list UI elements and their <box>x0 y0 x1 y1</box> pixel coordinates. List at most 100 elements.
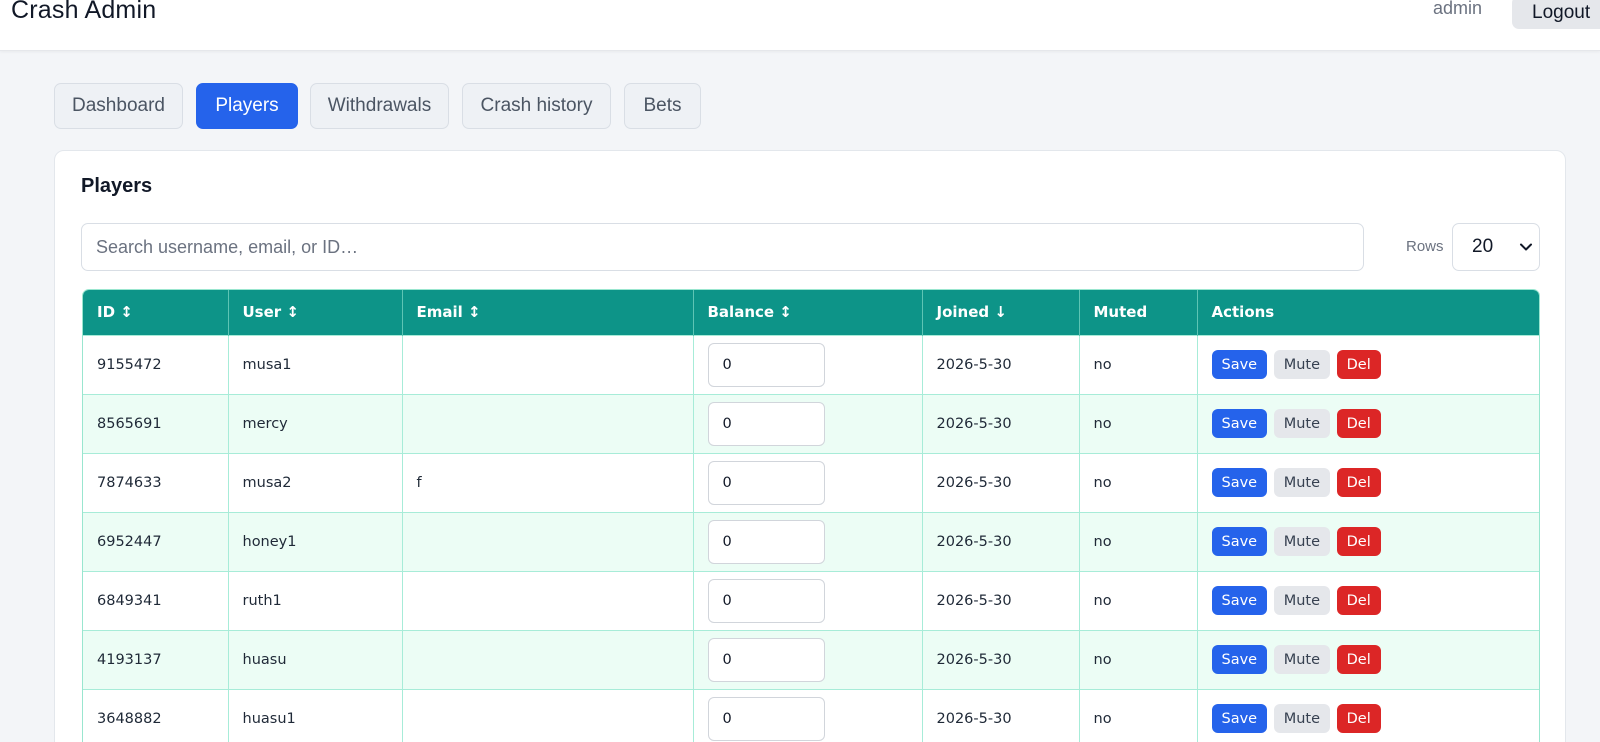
table-row: 4193137 huasu 2026-5-30 no Save Mute Del <box>83 629 1539 689</box>
app-title: Crash Admin <box>11 0 157 24</box>
save-button[interactable]: Save <box>1211 350 1268 379</box>
mute-button[interactable]: Mute <box>1273 704 1331 734</box>
column-header-actions: Actions <box>1197 290 1539 335</box>
delete-button[interactable]: Del <box>1336 645 1381 674</box>
cell-id: 7874633 <box>83 452 229 512</box>
cell-email <box>402 688 694 742</box>
column-header-email[interactable]: Email ↕ <box>402 290 694 335</box>
save-button[interactable]: Save <box>1211 586 1268 615</box>
cell-balance <box>693 334 923 394</box>
table-header-row: ID ↕ User ↕ Email ↕ Balance ↕ Joined ↓ M… <box>83 290 1539 335</box>
current-user-name: admin <box>1433 0 1483 18</box>
cell-email <box>402 511 694 571</box>
mute-button[interactable]: Mute <box>1273 350 1331 379</box>
cell-muted: no <box>1079 334 1198 394</box>
cell-id: 9155472 <box>83 334 229 394</box>
mute-button[interactable]: Mute <box>1273 409 1331 438</box>
cell-user: mercy <box>228 393 403 453</box>
search-input[interactable] <box>81 223 1364 271</box>
column-header-joined[interactable]: Joined ↓ <box>922 290 1080 335</box>
cell-muted: no <box>1079 393 1198 453</box>
cell-actions: Save Mute Del <box>1197 511 1539 571</box>
table-row: 3648882 huasu1 2026-5-30 no Save Mute De… <box>83 688 1539 742</box>
cell-actions: Save Mute Del <box>1197 393 1539 453</box>
cell-actions: Save Mute Del <box>1197 688 1539 742</box>
cell-actions: Save Mute Del <box>1197 629 1539 689</box>
cell-muted: no <box>1079 688 1198 742</box>
balance-input[interactable] <box>707 637 825 682</box>
cell-actions: Save Mute Del <box>1197 570 1539 630</box>
cell-muted: no <box>1079 452 1198 512</box>
mute-button[interactable]: Mute <box>1273 586 1331 615</box>
cell-email <box>402 570 694 630</box>
cell-balance <box>693 452 923 512</box>
tab-dashboard[interactable]: Dashboard <box>54 83 183 129</box>
balance-input[interactable] <box>707 519 825 564</box>
balance-input[interactable] <box>707 460 825 505</box>
cell-user: musa2 <box>228 452 403 512</box>
save-button[interactable]: Save <box>1211 645 1268 674</box>
players-card: Players Rows 20 ID ↕ User ↕ Email <box>54 150 1566 742</box>
mute-button[interactable]: Mute <box>1273 645 1331 674</box>
balance-input[interactable] <box>707 696 825 741</box>
delete-button[interactable]: Del <box>1336 527 1381 556</box>
mute-button[interactable]: Mute <box>1273 468 1331 497</box>
cell-joined: 2026-5-30 <box>922 511 1080 571</box>
delete-button[interactable]: Del <box>1336 409 1381 438</box>
cell-email: f <box>402 452 694 512</box>
table-row: 6952447 honey1 2026-5-30 no Save Mute De… <box>83 511 1539 571</box>
cell-actions: Save Mute Del <box>1197 452 1539 512</box>
cell-id: 6952447 <box>83 511 229 571</box>
delete-button[interactable]: Del <box>1336 468 1381 497</box>
tab-bets[interactable]: Bets <box>624 83 701 129</box>
cell-joined: 2026-5-30 <box>922 452 1080 512</box>
rows-select-value: 20 <box>1472 236 1494 257</box>
cell-email <box>402 393 694 453</box>
tab-withdrawals[interactable]: Withdrawals <box>310 83 449 129</box>
section-title: Players <box>81 175 153 197</box>
column-header-user[interactable]: User ↕ <box>228 290 403 335</box>
cell-joined: 2026-5-30 <box>922 629 1080 689</box>
cell-balance <box>693 629 923 689</box>
cell-user: huasu <box>228 629 403 689</box>
delete-button[interactable]: Del <box>1336 586 1381 615</box>
cell-muted: no <box>1079 570 1198 630</box>
cell-id: 6849341 <box>83 570 229 630</box>
cell-muted: no <box>1079 629 1198 689</box>
rows-per-page-select[interactable]: 20 <box>1452 223 1540 271</box>
cell-user: huasu1 <box>228 688 403 742</box>
cell-id: 3648882 <box>83 688 229 742</box>
chevron-down-icon <box>1520 243 1532 251</box>
cell-muted: no <box>1079 511 1198 571</box>
column-header-id[interactable]: ID ↕ <box>83 290 229 335</box>
balance-input[interactable] <box>707 401 825 446</box>
column-header-balance[interactable]: Balance ↕ <box>693 290 923 335</box>
rows-label: Rows <box>1406 238 1444 255</box>
save-button[interactable]: Save <box>1211 409 1268 438</box>
cell-balance <box>693 688 923 742</box>
delete-button[interactable]: Del <box>1336 350 1381 379</box>
save-button[interactable]: Save <box>1211 527 1268 556</box>
mute-button[interactable]: Mute <box>1273 527 1331 556</box>
balance-input[interactable] <box>707 342 825 387</box>
tab-crash-history[interactable]: Crash history <box>462 83 611 129</box>
cell-actions: Save Mute Del <box>1197 334 1539 394</box>
tab-players[interactable]: Players <box>196 83 298 129</box>
save-button[interactable]: Save <box>1211 468 1268 497</box>
cell-user: musa1 <box>228 334 403 394</box>
cell-joined: 2026-5-30 <box>922 570 1080 630</box>
balance-input[interactable] <box>707 578 825 623</box>
column-header-muted: Muted <box>1079 290 1198 335</box>
table-row: 8565691 mercy 2026-5-30 no Save Mute Del <box>83 393 1539 453</box>
logout-button[interactable]: Logout <box>1512 0 1600 29</box>
cell-id: 8565691 <box>83 393 229 453</box>
table-row: 7874633 musa2 f 2026-5-30 no Save Mute D… <box>83 452 1539 512</box>
cell-joined: 2026-5-30 <box>922 688 1080 742</box>
cell-email <box>402 629 694 689</box>
save-button[interactable]: Save <box>1211 704 1268 734</box>
cell-user: honey1 <box>228 511 403 571</box>
cell-id: 4193137 <box>83 629 229 689</box>
cell-joined: 2026-5-30 <box>922 334 1080 394</box>
delete-button[interactable]: Del <box>1336 704 1381 734</box>
table-row: 6849341 ruth1 2026-5-30 no Save Mute Del <box>83 570 1539 630</box>
